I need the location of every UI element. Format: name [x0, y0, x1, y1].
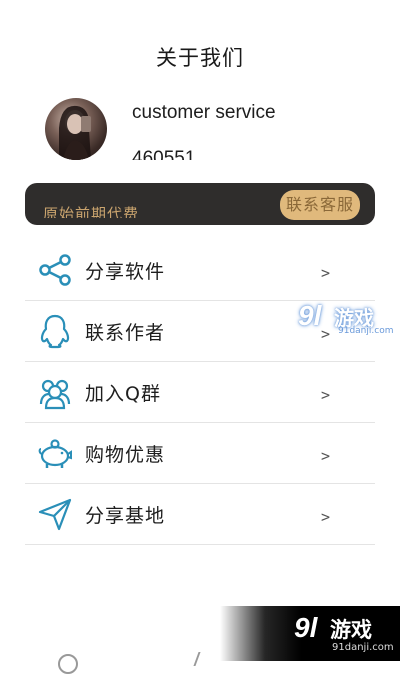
avatar-photo [59, 105, 91, 160]
user-id: 460551 [132, 148, 196, 160]
menu-item-label: 分享基地 [85, 505, 166, 527]
user-id-container: 460551 [132, 146, 332, 160]
chevron-right-icon: > [320, 508, 330, 526]
watermark-url: 91danji.com [338, 326, 394, 336]
promo-banner[interactable]: 原始前期代费 联系客服 [25, 183, 375, 225]
page-title: 关于我们 [156, 46, 244, 70]
qq-penguin-icon [37, 313, 73, 349]
menu-list: 分享软件 > 联系作者 > 加入Q群 > 购物优惠 > 分享基地 > [25, 240, 375, 545]
watermark-logo-bottom: 9l 游戏 91danji.com [220, 606, 400, 661]
menu-item-label: 分享软件 [85, 261, 166, 283]
menu-item-label: 加入Q群 [85, 383, 161, 405]
watermark-url: 91danji.com [332, 642, 394, 653]
banner-text-container: 原始前期代费 [43, 203, 203, 218]
bottom-nav-icon[interactable] [193, 652, 211, 666]
share-icon [37, 252, 73, 288]
piggy-bank-icon [37, 435, 73, 471]
watermark-logo: 9l 游戏 91danji.com [298, 300, 394, 340]
contact-service-button[interactable]: 联系客服 [280, 190, 360, 220]
chevron-right-icon: > [320, 386, 330, 404]
username: customer service [132, 102, 276, 123]
bottom-nav-icon[interactable] [58, 654, 78, 674]
chevron-right-icon: > [320, 264, 330, 282]
menu-item-share-app[interactable]: 分享软件 > [25, 240, 375, 301]
watermark-number: 9l [294, 612, 318, 643]
group-icon [37, 374, 73, 410]
banner-text: 原始前期代费 [43, 205, 140, 218]
menu-item-share-base[interactable]: 分享基地 > [25, 484, 375, 545]
menu-item-label: 联系作者 [85, 322, 166, 344]
menu-item-join-qq-group[interactable]: 加入Q群 > [25, 362, 375, 423]
paper-plane-icon [37, 496, 73, 532]
avatar[interactable] [45, 98, 107, 160]
chevron-right-icon: > [320, 447, 330, 465]
menu-item-label: 购物优惠 [85, 444, 166, 466]
watermark-number: 9l [298, 300, 322, 331]
watermark-text: 游戏 [330, 618, 372, 642]
menu-item-shopping-deals[interactable]: 购物优惠 > [25, 423, 375, 484]
